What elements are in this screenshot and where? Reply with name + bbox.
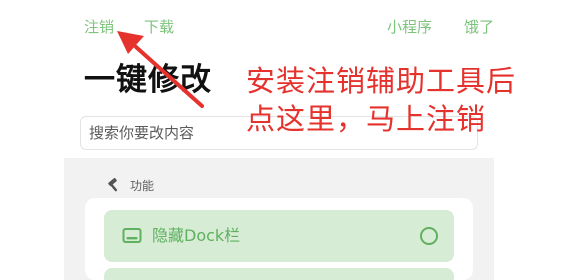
feature-item-label: 隐藏Dock栏 — [152, 226, 241, 245]
feature-item-next[interactable] — [104, 268, 454, 280]
dock-icon — [122, 227, 142, 245]
section-title: 功能 — [130, 178, 155, 193]
logout-link[interactable]: 注销 — [84, 16, 114, 38]
feature-item-hide-dock[interactable]: 隐藏Dock栏 — [104, 210, 454, 262]
hammer-icon — [106, 177, 122, 193]
download-link[interactable]: 下载 — [144, 16, 174, 38]
annotation-line-2: 点这里，马上注销 — [246, 102, 487, 136]
mini-program-link[interactable]: 小程序 — [387, 16, 432, 38]
screenshot-stage: 注销 下载 小程序 饿了 一键修改 功能 隐藏Dock栏 安装 — [0, 0, 578, 280]
section-header: 功能 — [106, 176, 154, 194]
top-nav: 注销 下载 小程序 饿了 — [84, 16, 494, 38]
annotation-line-1: 安装注销辅助工具后 — [246, 64, 517, 98]
hungry-link[interactable]: 饿了 — [464, 16, 494, 38]
page-title: 一键修改 — [84, 62, 212, 98]
toggle-radio[interactable] — [420, 227, 438, 245]
annotation-text: 安装注销辅助工具后 点这里，马上注销 — [246, 62, 516, 138]
